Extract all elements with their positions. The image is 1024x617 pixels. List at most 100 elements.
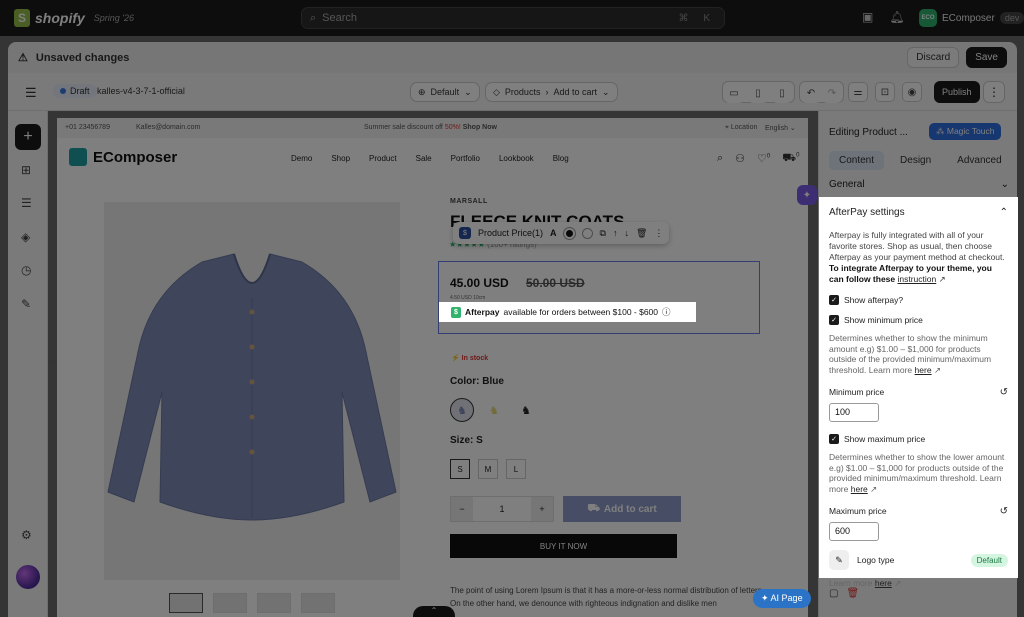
thumbnail[interactable] [301, 593, 335, 613]
buy-now-button[interactable]: BUY IT NOW [450, 534, 677, 558]
decrement-button[interactable]: − [451, 497, 473, 521]
element-label[interactable]: Product Price(1) [478, 228, 543, 238]
search-icon[interactable]: ⌕ [717, 152, 723, 166]
afterpay-settings-header[interactable]: AfterPay settings ⌃ [829, 207, 1008, 218]
pencil-icon[interactable]: ✎ [829, 550, 849, 570]
preview-eye-icon[interactable]: ◉ [902, 82, 922, 102]
menu-item[interactable]: Product [369, 154, 397, 163]
page-breadcrumb[interactable]: ◇ Products › Add to cart ⌄ [485, 82, 618, 102]
move-down-icon[interactable]: ↓ [624, 228, 629, 238]
publish-button[interactable]: Publish [934, 81, 980, 103]
size-option[interactable]: S [450, 459, 470, 479]
ai-page-button[interactable]: ✦ AI Page [753, 589, 811, 608]
instruction-link[interactable]: instruction [898, 274, 937, 284]
show-max-price-checkbox[interactable]: ✓ Show maximum price [829, 434, 1008, 444]
min-here-link[interactable]: here [915, 365, 932, 375]
bell-icon[interactable]: 🔔︎ [889, 10, 904, 24]
global-search[interactable]: ⌕ Search ⌘ K [301, 7, 725, 29]
menu-item[interactable]: Portfolio [451, 154, 480, 163]
add-to-cart-button[interactable]: ⛟ Add to cart [563, 496, 681, 522]
thumbnail[interactable] [213, 593, 247, 613]
layers-list-icon[interactable]: ☰ [21, 196, 32, 210]
template-select[interactable]: ⊕ Default ⌄ [410, 82, 480, 102]
ai-sparkle-button[interactable]: ✦ [797, 185, 817, 205]
menu-item[interactable]: Blog [553, 154, 569, 163]
shop-now-link[interactable]: Shop Now [463, 124, 497, 131]
swatch-yellow[interactable]: ♞ [482, 398, 506, 422]
afterpay-message[interactable]: $ Afterpay available for orders between … [439, 302, 696, 322]
assistant-orb[interactable] [16, 565, 40, 589]
collapse-rail-icon[interactable]: ◂ [48, 357, 56, 371]
inspect-icon[interactable]: ⊡ [875, 82, 895, 102]
trash-icon[interactable]: 🗑︎ [846, 588, 859, 599]
settings-sliders-icon[interactable]: ⚌ [848, 82, 868, 102]
store-icon[interactable]: ▣ [862, 10, 873, 24]
location-link[interactable]: ⌖ Location [725, 124, 757, 132]
increment-button[interactable]: + [531, 497, 553, 521]
info-icon[interactable]: ⓘ [662, 306, 671, 318]
size-option[interactable]: M [478, 459, 498, 479]
menu-icon[interactable]: ☰ [25, 85, 37, 101]
collapse-toggle-icon[interactable]: ⌃ [413, 606, 455, 617]
history-clock-icon[interactable]: ◷ [21, 263, 31, 277]
delete-icon[interactable]: 🗑︎ [636, 228, 647, 239]
show-afterpay-checkbox[interactable]: ✓ Show afterpay? [829, 295, 1008, 305]
learn-more-link[interactable]: here [875, 578, 892, 588]
tablet-icon[interactable]: ▯ [748, 83, 768, 103]
language-select[interactable]: English ⌄ [765, 124, 796, 132]
magic-touch-button[interactable]: ⁂ Magic Touch [929, 123, 1002, 140]
sections-icon[interactable]: ⊞ [21, 163, 31, 177]
cart-count: 0 [796, 152, 800, 159]
logo-type-row: ✎ Logo type Default [829, 550, 1008, 570]
tab-content[interactable]: Content [829, 151, 885, 170]
menu-item[interactable]: Shop [331, 154, 350, 163]
more-icon[interactable]: ⋮ [654, 228, 663, 239]
desktop-icon[interactable]: ▭ [724, 83, 744, 103]
clipboard-icon[interactable]: ▢ [829, 588, 838, 599]
store-switcher[interactable]: ECO EComposer dev [919, 9, 1024, 27]
menu-item[interactable]: Sale [416, 154, 432, 163]
undo-icon[interactable]: ↶ [801, 83, 821, 103]
background-color-swatch[interactable] [581, 227, 593, 239]
text-style-icon[interactable]: A [550, 228, 557, 238]
reset-icon[interactable]: ↺ [1000, 506, 1008, 517]
min-price-input[interactable]: 100 [829, 403, 879, 422]
max-here-link[interactable]: here [851, 484, 868, 494]
max-price-input[interactable]: 600 [829, 522, 879, 541]
text-color-swatch[interactable] [563, 227, 575, 239]
cart-icon[interactable]: ⛟0 [782, 152, 799, 166]
account-icon[interactable]: ⚇ [735, 152, 745, 166]
thumbnail[interactable] [169, 593, 203, 613]
layers-stack-icon[interactable]: ◈ [21, 230, 30, 244]
size-option[interactable]: L [506, 459, 526, 479]
product-image[interactable] [104, 202, 400, 580]
tab-advanced[interactable]: Advanced [947, 151, 1011, 170]
discard-button[interactable]: Discard [907, 47, 960, 68]
paint-brush-icon[interactable]: ✎ [21, 297, 31, 311]
add-element-button[interactable]: + [15, 124, 41, 150]
mobile-icon[interactable]: ▯ [772, 83, 792, 103]
brand-mark-icon [69, 148, 87, 166]
redo-icon[interactable]: ↷ [822, 83, 842, 103]
menu-item[interactable]: Demo [291, 154, 312, 163]
wishlist-icon[interactable]: ♡0 [757, 152, 770, 166]
tab-design[interactable]: Design [890, 151, 941, 170]
swatch-black[interactable]: ♞ [514, 398, 538, 422]
menu-item[interactable]: Lookbook [499, 154, 534, 163]
logo-type-value[interactable]: Default [970, 553, 1008, 567]
move-up-icon[interactable]: ↑ [613, 228, 618, 238]
promo-percent: 50%! [444, 124, 461, 131]
thumbnail[interactable] [257, 593, 291, 613]
duplicate-icon[interactable]: ⧉ [600, 228, 606, 239]
show-min-price-checkbox[interactable]: ✓ Show minimum price [829, 315, 1008, 325]
edition-label: Spring '26 [93, 13, 135, 23]
swatch-blue[interactable]: ♞ [450, 398, 474, 422]
gear-icon[interactable]: ⚙ [21, 528, 32, 542]
shopify-logo[interactable]: S shopify Spring '26 [14, 9, 134, 27]
more-options-icon[interactable]: ⋮ [983, 81, 1005, 103]
reset-icon[interactable]: ↺ [1000, 387, 1008, 398]
save-button[interactable]: Save [966, 47, 1007, 68]
general-section-header[interactable]: General ⌄ [829, 179, 1009, 190]
quantity-value[interactable]: 1 [473, 504, 531, 514]
store-brand[interactable]: EComposer [69, 148, 177, 166]
